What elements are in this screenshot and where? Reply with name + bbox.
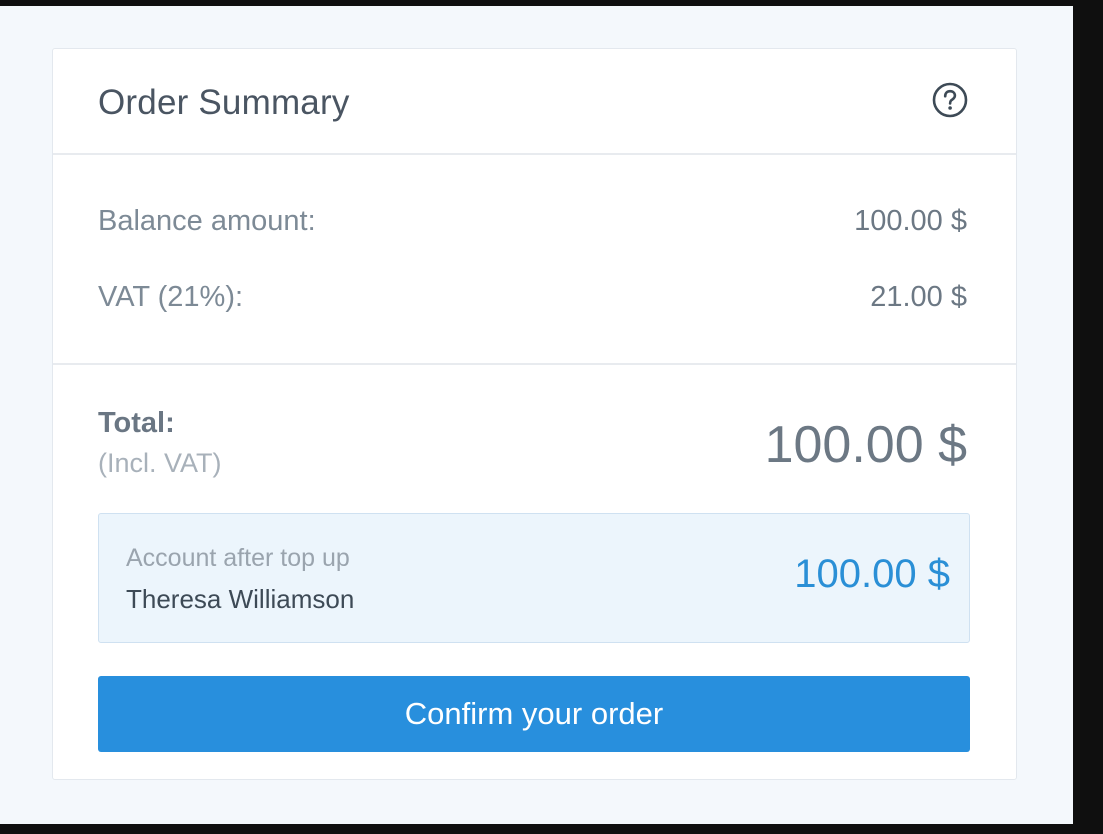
order-summary-card: Order Summary Balance amount: 100.00 $ V…: [52, 48, 1017, 780]
total-label: Total:: [98, 407, 175, 439]
question-circle-icon[interactable]: [932, 82, 968, 118]
line-item-value: 100.00 $: [854, 205, 967, 237]
account-balance-value: 100.00 $: [794, 552, 950, 596]
total-sublabel: (Incl. VAT): [98, 448, 222, 478]
line-items: Balance amount: 100.00 $ VAT (21%): 21.0…: [53, 155, 1016, 365]
account-name: Theresa Williamson: [126, 584, 355, 614]
confirm-order-button[interactable]: Confirm your order: [98, 676, 970, 752]
total-value: 100.00 $: [764, 416, 967, 474]
account-after-top-up-panel: Account after top up Theresa Williamson …: [98, 513, 970, 643]
account-caption: Account after top up: [126, 544, 350, 572]
card-header: Order Summary: [53, 49, 1016, 155]
line-item-label: VAT (21%):: [98, 281, 244, 313]
line-item-balance: Balance amount: 100.00 $: [98, 201, 967, 241]
page-title: Order Summary: [98, 83, 350, 122]
line-item-value: 21.00 $: [870, 281, 967, 313]
page-background: Order Summary Balance amount: 100.00 $ V…: [0, 6, 1073, 824]
line-item-vat: VAT (21%): 21.00 $: [98, 277, 967, 317]
line-item-label: Balance amount:: [98, 205, 316, 237]
